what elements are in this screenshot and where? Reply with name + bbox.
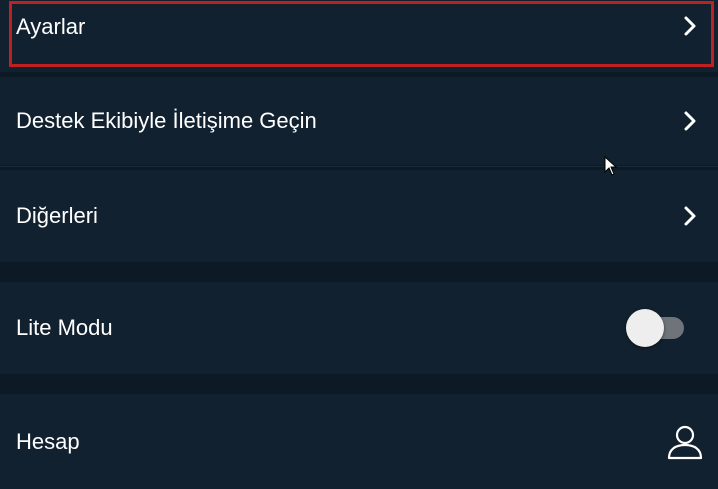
chevron-right-icon — [682, 204, 698, 228]
menu-item-label: Diğerleri — [16, 203, 98, 228]
menu-item-contact-support[interactable]: Destek Ekibiyle İletişime Geçin — [0, 77, 718, 165]
lite-mode-toggle[interactable] — [624, 308, 686, 348]
divider — [0, 166, 718, 167]
menu-screen: Ayarlar Destek Ekibiyle İletişime Geçin … — [0, 0, 718, 489]
menu-item-label: Lite Modu — [16, 315, 113, 340]
menu-item-label: Ayarlar — [16, 14, 86, 39]
chevron-right-icon — [682, 109, 698, 133]
menu-item-account[interactable]: Hesap — [0, 394, 718, 489]
user-icon — [666, 423, 704, 461]
menu-item-lite-mode: Lite Modu — [0, 282, 718, 374]
toggle-knob — [626, 309, 664, 347]
menu-item-others[interactable]: Diğerleri — [0, 170, 718, 262]
menu-item-label: Destek Ekibiyle İletişime Geçin — [16, 108, 317, 133]
menu-item-settings[interactable]: Ayarlar — [0, 0, 718, 72]
chevron-right-icon — [682, 14, 698, 38]
menu-item-label: Hesap — [16, 428, 80, 454]
